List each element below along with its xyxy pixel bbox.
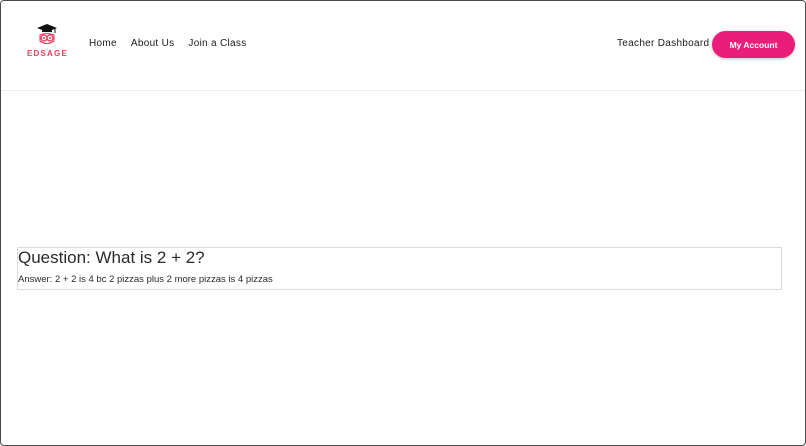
nav-join-a-class[interactable]: Join a Class <box>188 38 246 49</box>
question-card: Question: What is 2 + 2? Answer: 2 + 2 i… <box>17 247 782 290</box>
teacher-dashboard-link[interactable]: Teacher Dashboard <box>617 38 709 49</box>
nav-about-us[interactable]: About Us <box>131 38 175 49</box>
nav-home[interactable]: Home <box>89 38 117 49</box>
main-nav: Home About Us Join a Class <box>89 38 247 49</box>
edsage-logo[interactable]: EDSAGE <box>25 23 71 63</box>
site-header: EDSAGE Home About Us Join a Class Teache… <box>1 1 805 91</box>
owl-graduation-cap-icon <box>37 24 57 45</box>
browser-window: EDSAGE Home About Us Join a Class Teache… <box>0 0 806 446</box>
logo-text: EDSAGE <box>27 49 68 58</box>
my-account-button[interactable]: My Account <box>712 31 795 58</box>
answer-text: Answer: 2 + 2 is 4 bc 2 pizzas plus 2 mo… <box>18 274 273 285</box>
question-text: Question: What is 2 + 2? <box>18 248 205 267</box>
